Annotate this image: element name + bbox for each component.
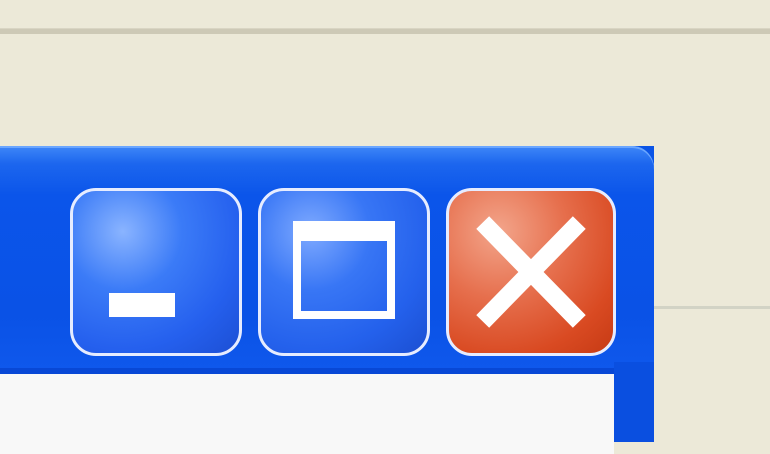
maximize-button[interactable] [258, 188, 430, 356]
top-divider [0, 28, 770, 34]
close-icon [476, 216, 586, 328]
maximize-icon [293, 221, 395, 319]
minimize-button[interactable] [70, 188, 242, 356]
close-button[interactable] [446, 188, 616, 356]
window-content-area [0, 368, 614, 454]
right-divider [650, 306, 770, 309]
window-frame-edge [614, 362, 654, 442]
minimize-icon [109, 293, 175, 317]
